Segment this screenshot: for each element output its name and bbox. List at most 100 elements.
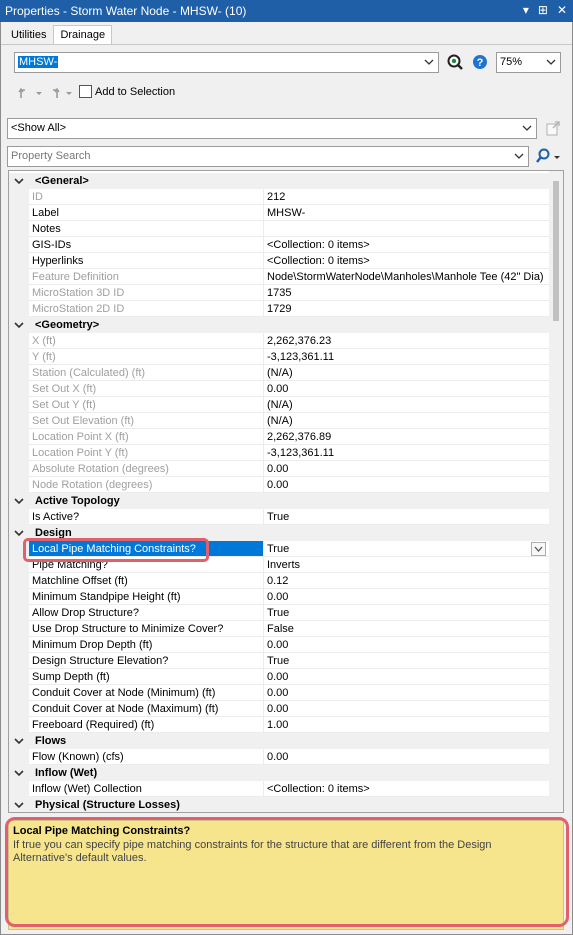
property-row[interactable]: Label MHSW- — [9, 205, 549, 221]
property-row[interactable]: Is Active? True — [9, 509, 549, 525]
property-value[interactable]: 0.00 — [264, 669, 549, 685]
property-value[interactable]: 0.12 — [264, 573, 549, 589]
vertical-scrollbar[interactable] — [549, 171, 563, 812]
close-button[interactable]: ✕ — [557, 3, 567, 17]
property-value[interactable]: 0.00 — [264, 477, 549, 493]
property-value[interactable]: <Collection: 0 items> — [264, 237, 549, 253]
collapse-chevron-icon[interactable] — [13, 799, 25, 811]
property-row[interactable]: Set Out Y (ft) (N/A) — [9, 397, 549, 413]
property-value[interactable]: Node\StormWaterNode\Manholes\Manhole Tee… — [264, 269, 549, 285]
scrollbar-thumb[interactable] — [553, 181, 559, 321]
property-value[interactable]: <Collection: 0 items> — [264, 781, 549, 797]
property-row[interactable]: MicroStation 3D ID 1735 — [9, 285, 549, 301]
property-row[interactable]: Hyperlinks <Collection: 0 items> — [9, 253, 549, 269]
property-value[interactable]: Inverts — [264, 557, 549, 573]
property-search-input[interactable]: Property Search — [7, 146, 529, 167]
property-value[interactable]: True — [264, 541, 549, 557]
property-value[interactable]: (N/A) — [264, 365, 549, 381]
property-row[interactable]: Minimum Drop Depth (ft) 0.00 — [9, 637, 549, 653]
property-value[interactable]: (N/A) — [264, 397, 549, 413]
export-icon[interactable] — [544, 119, 562, 137]
property-row[interactable]: ID 212 — [9, 189, 549, 205]
category-physical[interactable]: Physical (Structure Losses) — [9, 797, 549, 812]
property-row[interactable]: Matchline Offset (ft) 0.12 — [9, 573, 549, 589]
zoom-to-icon[interactable] — [446, 53, 464, 71]
value-dropdown-button[interactable] — [531, 542, 546, 556]
pin-button[interactable]: ⊞ — [538, 3, 548, 17]
back-icon[interactable] — [17, 86, 31, 103]
property-row[interactable]: Design Structure Elevation? True — [9, 653, 549, 669]
property-value[interactable]: 212 — [264, 189, 549, 205]
property-row[interactable]: X (ft) 2,262,376.23 — [9, 333, 549, 349]
property-row[interactable]: Conduit Cover at Node (Maximum) (ft) 0.00 — [9, 701, 549, 717]
property-value[interactable]: 0.00 — [264, 701, 549, 717]
property-value[interactable]: True — [264, 509, 549, 525]
property-row[interactable]: Allow Drop Structure? True — [9, 605, 549, 621]
property-value[interactable]: 0.00 — [264, 589, 549, 605]
property-row[interactable]: Station (Calculated) (ft) (N/A) — [9, 365, 549, 381]
tab-utilities[interactable]: Utilities — [4, 25, 53, 45]
property-row[interactable]: Sump Depth (ft) 0.00 — [9, 669, 549, 685]
property-value[interactable]: (N/A) — [264, 413, 549, 429]
search-icon[interactable] — [534, 147, 552, 165]
collapse-chevron-icon[interactable] — [13, 495, 25, 507]
property-value[interactable]: 1729 — [264, 301, 549, 317]
property-value[interactable]: -3,123,361.11 — [264, 445, 549, 461]
property-value[interactable]: -3,123,361.11 — [264, 349, 549, 365]
collapse-chevron-icon[interactable] — [13, 767, 25, 779]
property-row[interactable]: Minimum Standpipe Height (ft) 0.00 — [9, 589, 549, 605]
property-value[interactable] — [264, 221, 549, 237]
property-row[interactable]: GIS-IDs <Collection: 0 items> — [9, 237, 549, 253]
category-flows[interactable]: Flows — [9, 733, 549, 749]
property-row[interactable]: Freeboard (Required) (ft) 1.00 — [9, 717, 549, 733]
property-row[interactable]: Inflow (Wet) Collection <Collection: 0 it… — [9, 781, 549, 797]
collapse-chevron-icon[interactable] — [13, 735, 25, 747]
property-row[interactable]: Absolute Rotation (degrees) 0.00 — [9, 461, 549, 477]
category-general[interactable]: <General> — [9, 173, 549, 189]
property-value[interactable]: 0.00 — [264, 381, 549, 397]
property-value[interactable]: 1735 — [264, 285, 549, 301]
property-row[interactable]: Use Drop Structure to Minimize Cover? Fal… — [9, 621, 549, 637]
property-value[interactable]: True — [264, 605, 549, 621]
collapse-chevron-icon[interactable] — [13, 175, 25, 187]
property-row[interactable]: MicroStation 2D ID 1729 — [9, 301, 549, 317]
property-value[interactable]: 2,262,376.89 — [264, 429, 549, 445]
search-options-icon[interactable] — [553, 152, 561, 160]
property-row[interactable]: Flow (Known) (cfs) 0.00 — [9, 749, 549, 765]
tab-drainage[interactable]: Drainage — [53, 25, 113, 45]
window-menu-button[interactable]: ▾ — [523, 3, 529, 17]
element-select[interactable]: MHSW- — [14, 52, 439, 73]
add-to-selection[interactable]: Add to Selection — [79, 85, 175, 98]
property-value[interactable]: 2,262,376.23 — [264, 333, 549, 349]
collapse-chevron-icon[interactable] — [13, 319, 25, 331]
property-row[interactable]: Set Out Elevation (ft) (N/A) — [9, 413, 549, 429]
property-row[interactable]: Conduit Cover at Node (Minimum) (ft) 0.00 — [9, 685, 549, 701]
property-value[interactable]: <Collection: 0 items> — [264, 253, 549, 269]
property-value[interactable]: 0.00 — [264, 461, 549, 477]
property-row[interactable]: Notes — [9, 221, 549, 237]
filter-select[interactable]: <Show All> — [7, 118, 537, 139]
back-dropdown-icon[interactable] — [35, 88, 43, 100]
help-icon[interactable]: ? — [471, 53, 489, 71]
property-row[interactable]: Y (ft) -3,123,361.11 — [9, 349, 549, 365]
category-geometry[interactable]: <Geometry> — [9, 317, 549, 333]
forward-dropdown-icon[interactable] — [65, 88, 73, 100]
add-to-selection-checkbox[interactable] — [79, 85, 92, 98]
chevron-down-icon[interactable] — [545, 56, 557, 68]
property-value[interactable]: 0.00 — [264, 637, 549, 653]
category-inflow-wet[interactable]: Inflow (Wet) — [9, 765, 549, 781]
collapse-chevron-icon[interactable] — [13, 527, 25, 539]
property-value[interactable]: True — [264, 653, 549, 669]
zoom-select[interactable]: 75% — [496, 52, 561, 73]
forward-icon[interactable] — [47, 86, 61, 103]
property-value[interactable]: MHSW- — [264, 205, 549, 221]
chevron-down-icon[interactable] — [521, 122, 533, 134]
property-value[interactable]: 0.00 — [264, 685, 549, 701]
property-row[interactable]: Node Rotation (degrees) 0.00 — [9, 477, 549, 493]
property-row[interactable]: Location Point Y (ft) -3,123,361.11 — [9, 445, 549, 461]
property-value[interactable]: 0.00 — [264, 749, 549, 765]
property-value[interactable]: False — [264, 621, 549, 637]
category-active-topology[interactable]: Active Topology — [9, 493, 549, 509]
property-row[interactable]: Set Out X (ft) 0.00 — [9, 381, 549, 397]
chevron-down-icon[interactable] — [513, 150, 525, 162]
